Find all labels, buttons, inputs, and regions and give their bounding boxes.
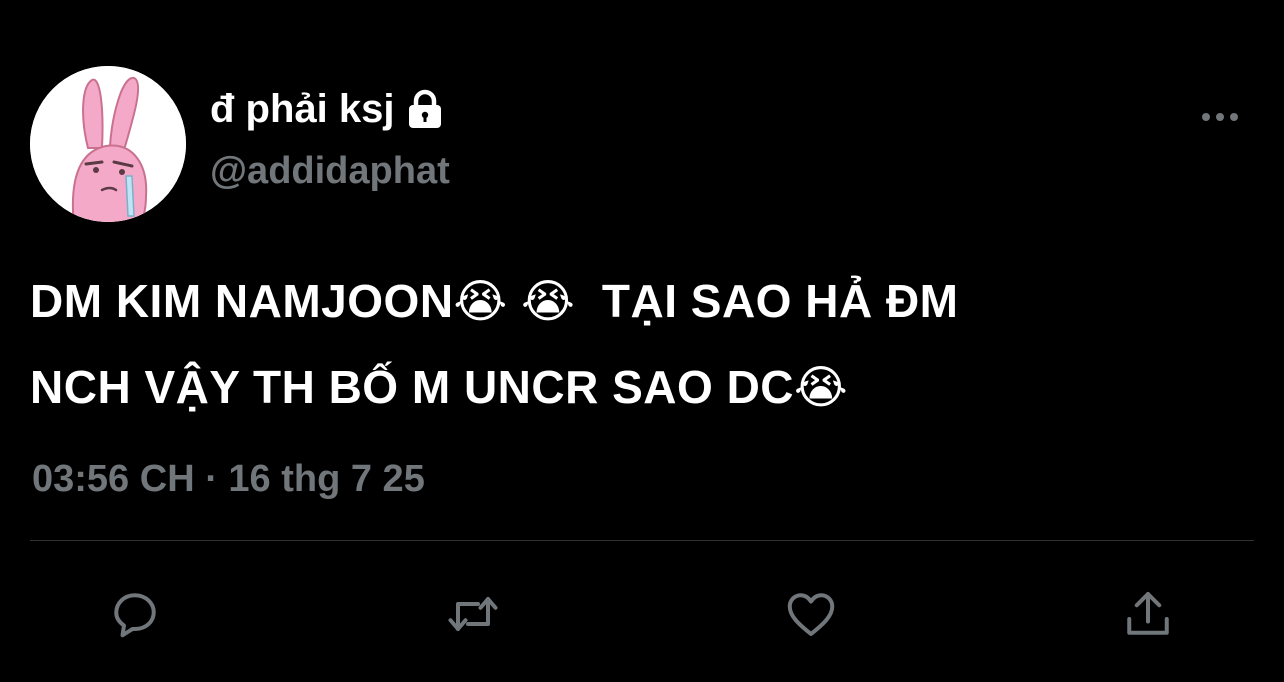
like-button[interactable] — [779, 582, 843, 646]
more-dots-icon — [1202, 113, 1238, 121]
avatar[interactable] — [30, 66, 186, 222]
reply-bubble-icon — [114, 593, 156, 638]
lock-icon — [405, 88, 445, 130]
share-button[interactable] — [1116, 582, 1180, 646]
tweet-text-line-1: DM KIM NAMJOON😭 😭 TẠI SAO HẢ ĐM — [30, 275, 959, 327]
more-options-button[interactable] — [1196, 100, 1244, 134]
avatar-image — [30, 66, 186, 222]
share-upload-icon — [1127, 592, 1169, 635]
tweet-text: DM KIM NAMJOON😭 😭 TẠI SAO HẢ ĐM NCH VẬY T… — [30, 258, 1250, 430]
heart-icon — [787, 593, 835, 636]
reply-button[interactable] — [103, 582, 167, 646]
tweet: đ phải ksj @addidaphat DM KIM NAMJOON😭 😭… — [0, 0, 1284, 682]
display-name[interactable]: đ phải ksj — [210, 87, 395, 132]
retweet-icon — [448, 597, 498, 631]
divider — [30, 540, 1254, 541]
user-handle[interactable]: @addidaphat — [210, 150, 450, 193]
tweet-timestamp[interactable]: 03:56 CH · 16 thg 7 25 — [32, 458, 425, 501]
display-name-row: đ phải ksj — [210, 84, 445, 134]
tweet-text-line-2: NCH VẬY TH BỐ M UNCR SAO DC😭 — [30, 361, 849, 413]
retweet-button[interactable] — [441, 582, 505, 646]
